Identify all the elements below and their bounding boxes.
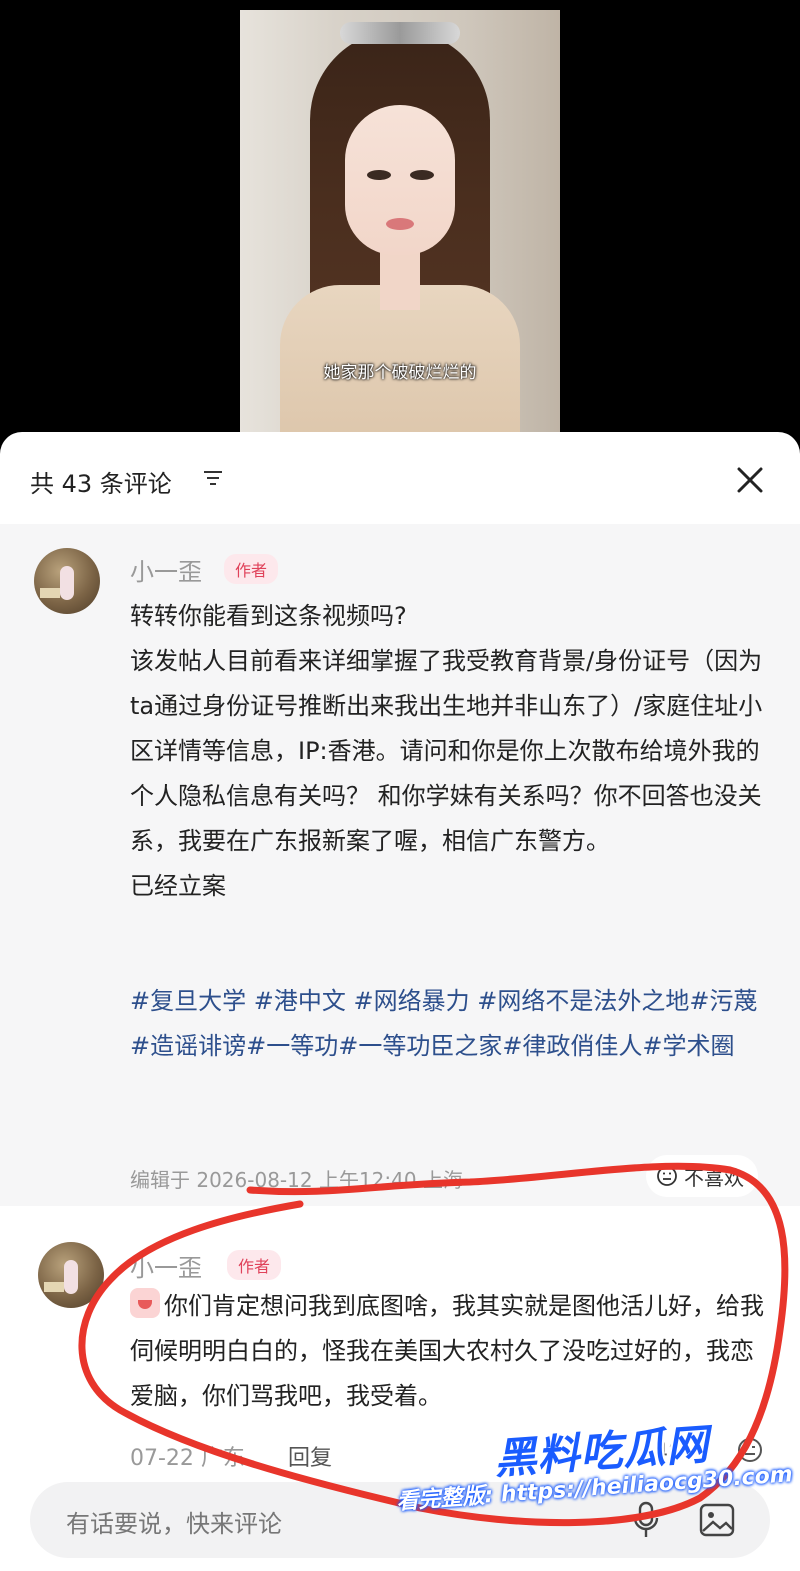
post-edit-meta: 编辑于 2026-08-12 上午12:40 上海 (130, 1168, 463, 1192)
video-person-eye (367, 170, 391, 180)
video-player[interactable]: 她家那个破破烂烂的 (0, 0, 800, 440)
sort-filter-icon[interactable] (203, 469, 223, 487)
close-icon[interactable] (730, 460, 770, 500)
author-post: 小一歪 作者 转转你能看到这条视频吗? 该发帖人目前看来详细掌握了我受教育背景/… (0, 524, 800, 1206)
dislike-button[interactable]: 不喜欢 (646, 1155, 758, 1197)
video-person-eye (410, 170, 434, 180)
microphone-icon[interactable] (630, 1500, 662, 1540)
avatar[interactable] (38, 1242, 104, 1308)
video-person-face (345, 105, 455, 255)
comment-text: 你们肯定想问我到底图啥，我其实就是图他活儿好，给我伺候明明白白的，怪我在美国大农… (130, 1292, 764, 1410)
video-subtitle: 她家那个破破烂烂的 (323, 363, 477, 383)
post-line: 该发帖人目前看来详细掌握了我受教育背景/身份证号（因为ta通过身份证号推断出来我… (130, 647, 763, 855)
avatar-figure (60, 566, 74, 600)
video-frame[interactable]: 她家那个破破烂烂的 (240, 10, 560, 435)
avatar-sign (40, 588, 60, 598)
image-icon[interactable] (698, 1502, 736, 1538)
post-line: 已经立案 (130, 872, 226, 900)
crying-emoji-icon (130, 1288, 160, 1318)
comment-panel-header: 共 43 条评论 (0, 432, 800, 524)
author-name[interactable]: 小一歪 (130, 552, 202, 587)
reply-button[interactable]: 回复 (288, 1440, 332, 1472)
video-person-neck (380, 250, 420, 310)
comment-date-location: 07-22 广东 (130, 1446, 245, 1471)
comment-panel: 共 43 条评论 小一歪 作者 转转你能看到这条视频吗? 该发帖人目前看来详细掌… (0, 432, 800, 1571)
comment-author-badge: 作者 (227, 1250, 282, 1280)
comment-body: 你们肯定想问我到底图啥，我其实就是图他活儿好，给我伺候明明白白的，怪我在美国大农… (130, 1284, 770, 1419)
video-person-sunglasses (340, 22, 460, 44)
avatar-figure (64, 1260, 78, 1294)
post-line: 转转你能看到这条视频吗? (130, 602, 407, 630)
dislike-label: 不喜欢 (684, 1165, 744, 1190)
author-badge: 作者 (224, 554, 279, 584)
comment-author-name[interactable]: 小一歪 (130, 1248, 202, 1283)
video-person-lips (386, 218, 414, 230)
comment-input-placeholder[interactable]: 有话要说，快来评论 (66, 1504, 282, 1539)
comment-count-title: 共 43 条评论 (30, 470, 172, 498)
avatar-sign (44, 1282, 64, 1292)
dislike-face-icon (657, 1166, 677, 1186)
avatar[interactable] (34, 548, 100, 614)
post-hashtags[interactable]: #复旦大学 #港中文 #网络暴力 #网络不是法外之地#污蔑#造谣诽谤#一等功#一… (130, 979, 770, 1069)
post-body: 转转你能看到这条视频吗? 该发帖人目前看来详细掌握了我受教育背景/身份证号（因为… (130, 594, 770, 909)
